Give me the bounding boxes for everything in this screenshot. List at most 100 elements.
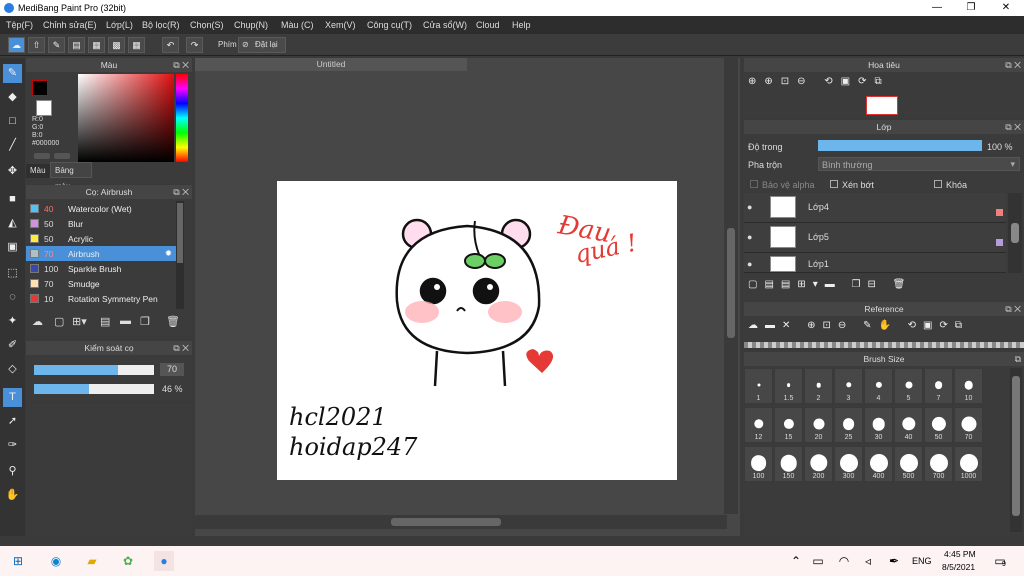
menu-tools[interactable]: Công cụ(T) (367, 20, 412, 30)
protect-alpha-checkbox[interactable] (750, 180, 758, 188)
hand-tool-icon[interactable]: ✋ (3, 486, 22, 505)
brush-size-slider[interactable] (34, 365, 154, 375)
brush-size-cell[interactable]: 25 (834, 407, 863, 443)
tiles-icon[interactable]: ▦ (128, 37, 145, 53)
add-brush-icon[interactable]: ⊞▾ (72, 315, 87, 328)
lock-checkbox[interactable] (934, 180, 942, 188)
windows-start-icon[interactable]: ⊞ (8, 551, 28, 571)
layer-toolbar-icons[interactable]: ▢▤▤⊞▾▬ ❐⊟ 🗑 (744, 276, 1024, 296)
eraser-tool-icon[interactable]: ◆ (3, 88, 22, 107)
brush-item[interactable]: 70 Airbrush ✹ (26, 246, 176, 261)
pen-tool-icon[interactable]: ✑ (3, 436, 22, 455)
layer-row[interactable]: ● Lớp5 (744, 223, 1006, 253)
tab-palette[interactable]: Bảng màu (50, 162, 92, 191)
scroll-thumb[interactable] (177, 203, 183, 263)
brush-size-cell[interactable]: 40 (894, 407, 923, 443)
pen-icon[interactable]: ✒ (884, 551, 904, 571)
magic-wand-tool-icon[interactable]: ✦ (3, 312, 22, 331)
select-eraser-tool-icon[interactable]: ◇ (3, 360, 22, 379)
reference-toolbar-icons[interactable]: ☁▬✕ ⊕⊡⊖ ✎✋ ⟲▣⟳⧉ (748, 320, 969, 331)
notification-icon[interactable]: ▭ (990, 551, 1010, 571)
brush-size-cell[interactable]: 5 (894, 368, 923, 404)
brush-item[interactable]: 50 Blur (26, 216, 176, 231)
tab-color[interactable]: Màu (26, 164, 50, 178)
brush-size-cell[interactable]: 200 (804, 446, 833, 482)
clip-checkbox[interactable] (830, 180, 838, 188)
layer-scroll-thumb[interactable] (1011, 223, 1019, 243)
edit-brush-icon[interactable]: ▤ (100, 315, 110, 328)
close-button[interactable]: ✕ (989, 0, 1023, 16)
brush-size-cell[interactable]: 400 (864, 446, 893, 482)
brush-size-cell[interactable]: 12 (744, 407, 773, 443)
select-pen-tool-icon[interactable]: ✐ (3, 336, 22, 355)
chevron-up-icon[interactable]: ⌃ (786, 551, 806, 571)
grid-icon[interactable]: ▩ (108, 37, 125, 53)
battery-icon[interactable]: ▭ (808, 551, 828, 571)
minimize-button[interactable]: — (920, 0, 954, 16)
fill-rect-tool-icon[interactable]: ■ (3, 190, 22, 209)
operation-tool-icon[interactable]: ➚ (3, 412, 22, 431)
brush-size-scrollbar[interactable] (1010, 368, 1022, 532)
brush-size-cell[interactable]: 70 (954, 407, 983, 443)
cloud-icon[interactable]: ☁ (8, 37, 25, 53)
redo-icon[interactable]: ↷ (186, 37, 203, 53)
gradient-tool-icon[interactable]: ▣ (3, 238, 22, 257)
brush-size-cell[interactable]: 1.5 (774, 368, 803, 404)
trash-icon[interactable]: 🗑 (166, 315, 180, 328)
brush-size-cell[interactable]: 20 (804, 407, 833, 443)
brush-size-cell[interactable]: 1 (744, 368, 773, 404)
panel-controls-icon[interactable]: ⧉ ✕ (173, 58, 189, 72)
layer-row[interactable]: ● Lớp1 (744, 253, 1006, 273)
color-mode-button[interactable] (34, 153, 50, 159)
panel-controls-icon[interactable]: ⧉ (1015, 352, 1021, 366)
brush-size-cell[interactable]: 2 (804, 368, 833, 404)
hue-slider[interactable] (176, 74, 188, 162)
panel-controls-icon[interactable]: ⧉ ✕ (1005, 58, 1021, 72)
brush-item[interactable]: 40 Watercolor (Wet) (26, 201, 176, 216)
wifi-icon[interactable]: ◠ (834, 551, 854, 571)
message-icon[interactable]: ▤ (68, 37, 85, 53)
brush-size-cell[interactable]: 500 (894, 446, 923, 482)
menu-cloud[interactable]: Cloud (476, 20, 500, 30)
cloud-brush-icon[interactable]: ☁ (32, 315, 43, 328)
new-brush-icon[interactable]: ▢ (54, 315, 64, 328)
layer-opacity-slider[interactable] (818, 140, 982, 151)
color-swap-button[interactable] (54, 153, 70, 159)
saturation-value-picker[interactable] (78, 74, 174, 162)
move-tool-icon[interactable]: ✥ (3, 162, 22, 181)
panel-controls-icon[interactable]: ⧉ ✕ (1005, 120, 1021, 134)
brush-tool-icon[interactable]: ✎ (3, 64, 22, 83)
brush-size-cell[interactable]: 1000 (954, 446, 983, 482)
document-icon[interactable]: ▦ (88, 37, 105, 53)
menu-view[interactable]: Xem(V) (325, 20, 356, 30)
layer-scrollbar[interactable] (1008, 193, 1022, 273)
horizontal-scroll-thumb[interactable] (391, 518, 501, 526)
brush-item[interactable]: 50 Acrylic (26, 231, 176, 246)
canvas-horizontal-scrollbar[interactable] (195, 515, 727, 529)
brush-size-cell[interactable]: 10 (954, 368, 983, 404)
duplicate-icon[interactable]: ❐ (140, 315, 150, 328)
eyedropper-tool-icon[interactable]: ⚲ (3, 462, 22, 481)
brush-item[interactable]: 70 Smudge (26, 276, 176, 291)
brush-size-cell[interactable]: 300 (834, 446, 863, 482)
clock-time[interactable]: 4:45 PM (944, 549, 976, 559)
volume-icon[interactable]: ◃ (858, 551, 878, 571)
menu-filter[interactable]: Bộ lọc(R) (142, 20, 180, 30)
brush-size-cell[interactable]: 150 (774, 446, 803, 482)
menu-help[interactable]: Help (512, 20, 531, 30)
brush-size-cell[interactable]: 700 (924, 446, 953, 482)
brush-size-cell[interactable]: 15 (774, 407, 803, 443)
brush-list-scrollbar[interactable] (176, 201, 184, 309)
brush-size-value[interactable]: 70 (160, 363, 184, 376)
panel-controls-icon[interactable]: ⧉ ✕ (173, 185, 189, 199)
clock-date[interactable]: 8/5/2021 (942, 562, 975, 572)
maximize-button[interactable]: ❐ (954, 0, 988, 16)
menu-file[interactable]: Tệp(F) (6, 20, 33, 30)
select-tool-icon[interactable]: ⬚ (3, 264, 22, 283)
visibility-icon[interactable]: ● (747, 232, 752, 242)
undo-icon[interactable]: ↶ (162, 37, 179, 53)
background-color-swatch[interactable] (36, 100, 52, 116)
brush-size-scroll-thumb[interactable] (1012, 376, 1020, 516)
navigator-zoom-icons[interactable]: ⊕⊕⊡⊖ ⟲▣⟳⧉ (748, 76, 890, 87)
brush-settings-icon[interactable]: ✹ (165, 248, 172, 259)
